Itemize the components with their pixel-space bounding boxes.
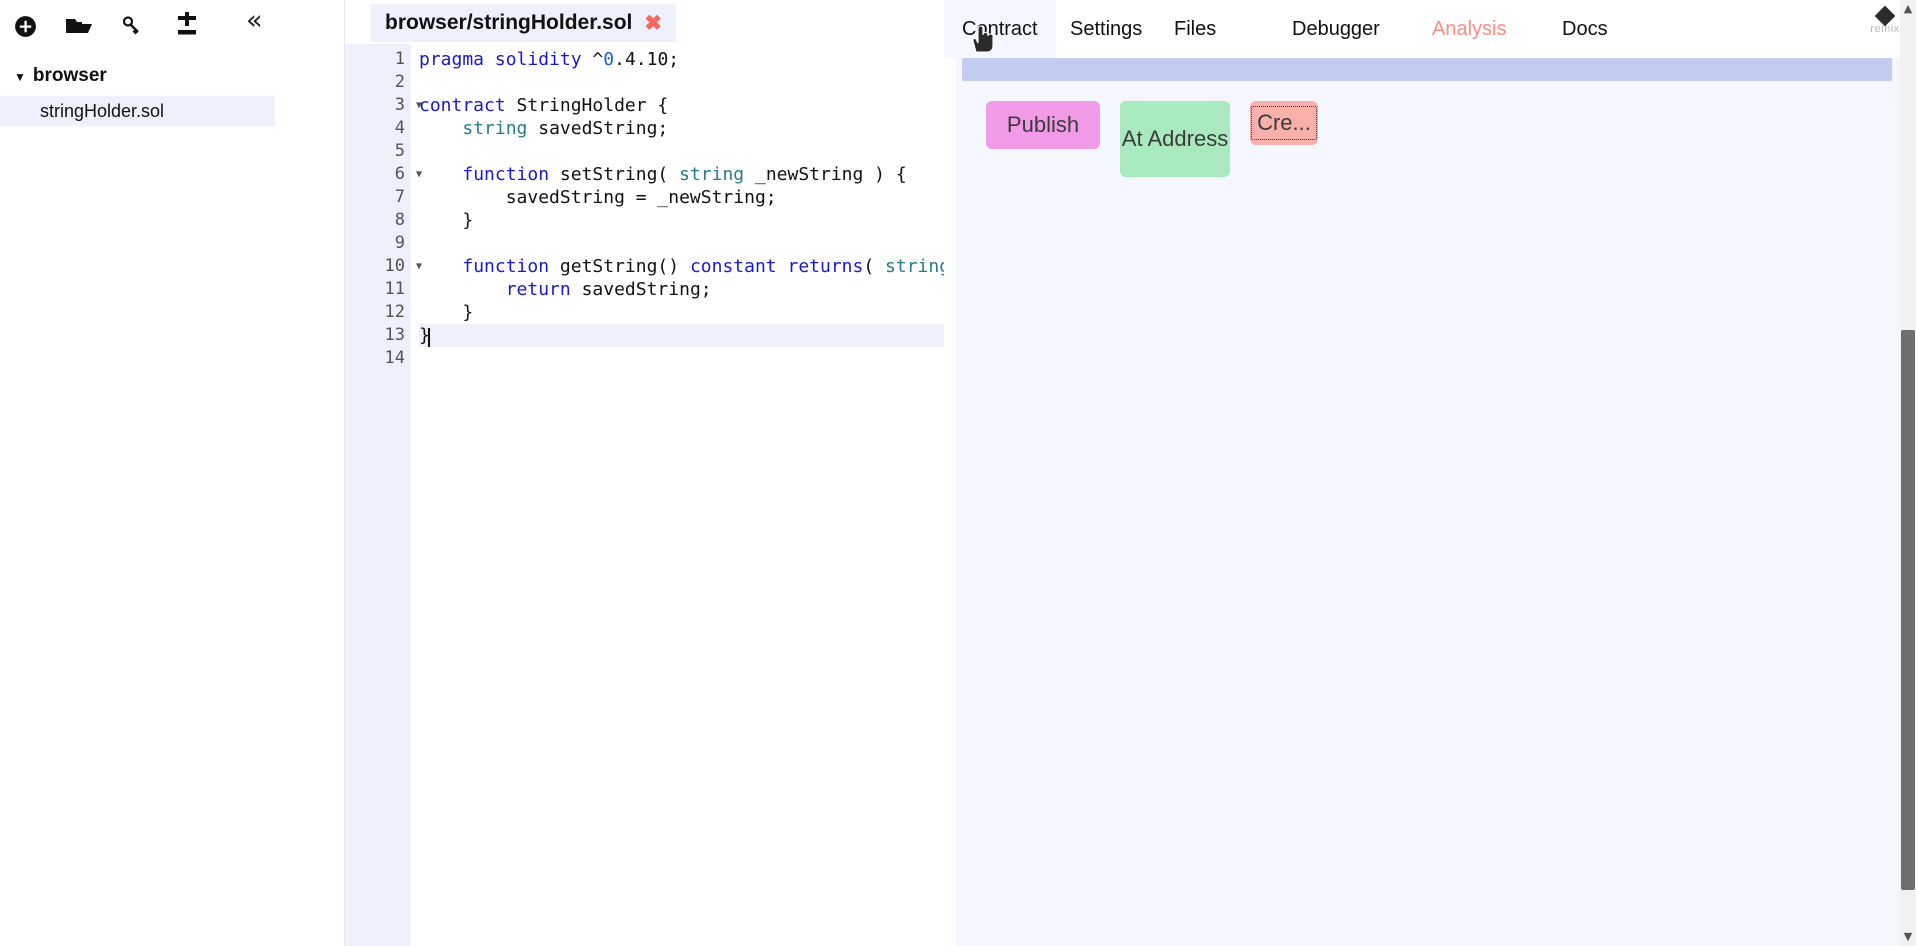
caret-down-icon: ▼ — [14, 70, 26, 84]
tree-item-label: stringHolder.sol — [40, 100, 165, 121]
code-line: } — [419, 324, 944, 347]
tab-files[interactable]: Files — [1156, 0, 1234, 58]
tree-root-label: browser — [32, 65, 107, 86]
tab-docs[interactable]: Docs — [1544, 0, 1626, 58]
resize-icon[interactable] — [172, 11, 202, 41]
create-button[interactable]: Cre... — [1250, 101, 1318, 145]
code-line: return savedString; — [505, 279, 712, 300]
editor-tab-label: browser/stringHolder.sol — [385, 11, 633, 34]
publish-button[interactable]: Publish — [986, 101, 1100, 149]
line-number: 5 — [394, 141, 405, 161]
tab-analysis[interactable]: Analysis — [1414, 0, 1524, 58]
line-number-gutter: 1 2 3 ▼ 4 5 6 ▼ 7 8 9 10 ▼ 11 12 13 14 — [345, 44, 422, 946]
tab-debugger[interactable]: Debugger — [1274, 0, 1398, 58]
line-number: 9 — [394, 233, 405, 253]
right-panel-tabs: Contract Settings Files Debugger Analysis Doc… — [944, 0, 1916, 58]
code-line: savedString = _newString; — [419, 187, 777, 208]
line-number: 13 — [384, 325, 405, 345]
tree-root-browser[interactable]: ▼ browser — [0, 62, 344, 90]
remix-ide-window: « ▼ browser stringHolder.sol browser/str… — [0, 0, 1916, 946]
code-line: } — [419, 302, 474, 323]
vertical-scrollbar[interactable]: ▲ ▼ — [1900, 0, 1916, 946]
connect-github-icon[interactable] — [118, 11, 148, 41]
line-number: 7 — [394, 187, 405, 207]
editor-tab-stringholder-sol[interactable]: browser/stringHolder.sol ✖ — [371, 4, 676, 42]
tree-item-stringholder-sol[interactable]: stringHolder.sol — [0, 96, 275, 126]
line-number: 8 — [394, 210, 405, 230]
collapse-panel-icon[interactable]: « — [246, 6, 263, 36]
right-panel: ◆ remix Contract Settings Files Debugger Ana… — [944, 0, 1916, 946]
line-number: 6 ▼ — [394, 164, 422, 184]
text-cursor — [428, 328, 430, 347]
vertical-scroll-thumb[interactable] — [1901, 330, 1915, 890]
create-file-icon[interactable] — [10, 11, 40, 41]
code-line: function getString() constant returns( s… — [462, 256, 944, 277]
code-area[interactable]: 1 2 3 ▼ 4 5 6 ▼ 7 8 9 10 ▼ 11 12 13 14 pragma solidity ^… — [345, 44, 944, 946]
create-button-label: Cre... — [1251, 106, 1317, 140]
compiler-status-bar — [962, 58, 1892, 81]
scroll-up-arrow-icon[interactable]: ▲ — [1900, 0, 1916, 18]
line-number: 3 ▼ — [394, 95, 422, 115]
file-explorer-panel: « ▼ browser stringHolder.sol — [0, 0, 345, 946]
code-editor: browser/stringHolder.sol ✖ 1 2 3 ▼ 4 5 6 ▼ 7 8 9 10… — [345, 0, 944, 946]
tab-contract[interactable]: Contract — [944, 0, 1056, 58]
at-address-button[interactable]: At Address — [1120, 101, 1230, 177]
code-line: } — [419, 210, 474, 231]
editor-tab-strip: browser/stringHolder.sol ✖ — [345, 0, 944, 44]
line-number: 10 ▼ — [384, 256, 422, 276]
code-line: function setString( string _newString ) … — [462, 164, 907, 185]
contract-tab-body: Publish At Address Cre... — [956, 58, 1904, 946]
tab-settings[interactable]: Settings — [1052, 0, 1160, 58]
close-icon[interactable]: ✖ — [644, 11, 662, 36]
line-number: 14 — [384, 348, 405, 368]
line-number: 2 — [394, 72, 405, 92]
code-line: string savedString; — [462, 118, 669, 139]
line-number: 1 — [394, 49, 405, 69]
line-number: 12 — [384, 302, 405, 322]
open-folder-icon[interactable] — [64, 11, 94, 41]
code-content[interactable]: pragma solidity ^0.4.10; contract String… — [411, 44, 944, 946]
scroll-down-arrow-icon[interactable]: ▼ — [1900, 928, 1916, 946]
line-number: 11 — [384, 279, 405, 299]
code-line: contract StringHolder { — [419, 95, 669, 116]
line-number: 4 — [394, 118, 405, 138]
file-explorer-toolbar: « — [0, 0, 344, 52]
code-line: pragma solidity ^0.4.10; — [419, 49, 680, 70]
contract-actions-row: Publish At Address Cre... — [986, 101, 1904, 177]
